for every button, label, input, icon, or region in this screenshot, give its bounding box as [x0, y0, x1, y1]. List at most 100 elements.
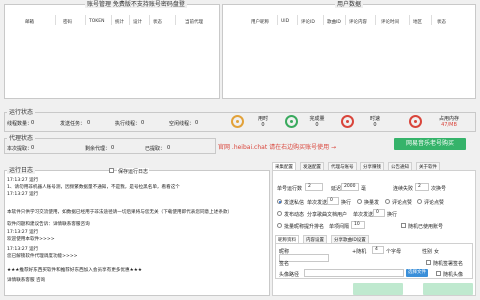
accounts-panel: 账号管理 免费版不支持账号密码盘登 邮箱 密码 TOKEN 统计 设计 状态 当…: [4, 1, 220, 99]
random-signature-checkbox[interactable]: [426, 260, 431, 265]
col-divider: [375, 15, 376, 25]
col-divider: [345, 15, 346, 25]
col-design[interactable]: 设计: [133, 19, 142, 25]
memory-icon: [409, 115, 422, 128]
remaining-proxy-value: 0: [111, 145, 115, 151]
subtab-body: 昵称 +随机 4 个字母 性别 女 签名 随机签署签名 头像路径 选择文件 随机…: [275, 243, 473, 279]
col-divider: [149, 15, 150, 25]
col-comment-content[interactable]: 评论内容: [349, 19, 367, 25]
comment-like-radio[interactable]: [385, 199, 390, 204]
run-status-panel: 运行状态 线程数量： 0 发送任务： 0 执行线程： 0 空闲线程： 0 用时 …: [4, 109, 476, 132]
random-used-label[interactable]: 随机已使用账号: [408, 223, 443, 230]
bulk-send-label[interactable]: 换量发: [364, 199, 379, 206]
col-status[interactable]: 状态: [153, 19, 162, 25]
col-divider: [277, 15, 278, 25]
continuous-fail-label: 连续失败: [393, 186, 414, 192]
log-line: 您已解锁软件代理调度功能>>>>: [7, 254, 78, 259]
exec-thread-value: 0: [141, 120, 145, 126]
col-divider: [323, 15, 324, 25]
avatar-path-input[interactable]: [304, 269, 404, 277]
col-divider: [55, 15, 56, 25]
bulk-rank-radio[interactable]: [277, 223, 282, 228]
comment-like-label[interactable]: 评论点赞: [392, 199, 412, 206]
proxy-status-panel: 代理状态 本次提取： 0 剩余代理： 0 已提取： 0: [4, 135, 216, 154]
delay-label: 延迟: [331, 186, 342, 192]
publish-feed-label[interactable]: 发布动态: [284, 211, 304, 218]
col-comment-id[interactable]: 评论ID: [301, 19, 315, 25]
extract-label: 本次提取：: [7, 146, 33, 152]
col-current-proxy[interactable]: 当前代理: [185, 19, 203, 25]
exec-thread-label: 执行线程：: [115, 121, 141, 127]
log-line: ★★★推荐好东西买软件和推荐好东西加入会员享有更多优惠★★★: [7, 268, 142, 273]
col-region[interactable]: 地区: [413, 19, 422, 25]
promo-text: 官网 .heibai.chat 请在右边购买账号使用 →: [218, 144, 337, 151]
col-email[interactable]: 邮箱: [25, 19, 34, 25]
col-divider: [85, 15, 86, 25]
comment-like2-label[interactable]: 评论点赞: [424, 199, 444, 206]
col-song-id[interactable]: 歌曲ID: [327, 19, 341, 25]
single-thread-label: 单号运行数: [277, 186, 303, 192]
speed-label: 时速: [369, 116, 380, 122]
random-prefix-input[interactable]: 4: [372, 246, 384, 254]
run-log-panel: 运行日志 保存运行日志 17:13:27 运行 1、请勿用非机器人账号测，因频繁…: [4, 167, 270, 296]
signature-label: 签名: [279, 261, 290, 267]
random-avatar-label[interactable]: 随机头像: [443, 271, 463, 278]
choose-file-button[interactable]: 选择文件: [406, 269, 428, 277]
idle-thread-value: 0: [195, 120, 199, 126]
col-divider: [175, 15, 176, 25]
col-password[interactable]: 密码: [63, 19, 72, 25]
row1-input[interactable]: 0: [327, 197, 339, 205]
bulk-rank-label[interactable]: 批量昵称提升排名: [284, 223, 324, 230]
gender-value[interactable]: 女: [434, 248, 439, 255]
extract-value: 0: [31, 145, 35, 151]
col-uid[interactable]: UID: [281, 19, 289, 24]
single-thread-input[interactable]: 2: [305, 183, 323, 191]
send-dm-radio[interactable]: [277, 199, 282, 204]
send-task-label: 发送任务：: [60, 121, 86, 127]
thread-count-value: 0: [31, 120, 35, 126]
col-divider: [111, 15, 112, 25]
random-used-checkbox[interactable]: [401, 223, 406, 228]
memory-value: 47/MB: [441, 122, 457, 128]
start-button[interactable]: [353, 283, 403, 295]
run-status-title: 运行状态: [7, 109, 36, 116]
col-token[interactable]: TOKEN: [89, 19, 104, 24]
col-state[interactable]: 状态: [437, 19, 446, 25]
continuous-fail-input[interactable]: 2: [415, 183, 429, 191]
send-dm-label[interactable]: 发送私信: [284, 199, 304, 206]
col-stats[interactable]: 统计: [115, 19, 124, 25]
log-line: 详情联系客服 咨询: [7, 278, 46, 283]
delay-input[interactable]: 2000: [341, 183, 359, 191]
random-avatar-checkbox[interactable]: [436, 271, 441, 276]
log-line: 软件问题和建议告诉：详情联系客服咨询: [7, 222, 90, 227]
speed-icon: [341, 115, 354, 128]
delay-unit: 毫: [361, 186, 367, 192]
gender-label: 性别: [422, 249, 433, 255]
comment-like2-radio[interactable]: [417, 199, 422, 204]
continuous-fail-unit: 次换号: [431, 186, 447, 192]
col-comment-time[interactable]: 评论时间: [381, 19, 399, 25]
accounts-title: 账号管理 免费版不支持账号密码盘登: [85, 1, 187, 8]
stop-button[interactable]: [423, 283, 473, 295]
random-signature-label[interactable]: 随机签署签名: [433, 260, 463, 267]
col-nickname[interactable]: 用户昵称: [251, 19, 269, 25]
log-line: 本软件只供学习交流使用，如数据已经用于非法途径请一切后果将与您无关（下载使用即代…: [7, 210, 233, 215]
bulk-send-radio[interactable]: [357, 199, 362, 204]
log-line: 17:13:27 运行: [7, 230, 39, 235]
idle-thread-label: 空闲线程：: [169, 121, 195, 127]
save-log-label[interactable]: 保存运行日志: [117, 168, 150, 175]
userdata-panel: 用户数据 用户昵称 UID 评论ID 歌曲ID 评论内容 评论时间 地区 状态: [222, 1, 476, 99]
elapsed-value: 0: [261, 122, 265, 128]
elapsed-label: 用时: [257, 116, 268, 122]
row2-input[interactable]: 0: [373, 209, 385, 217]
proxy-status-title: 代理状态: [7, 135, 36, 142]
random-prefix-unit: 个字母: [386, 249, 402, 255]
save-log-checkbox[interactable]: [109, 168, 114, 173]
buy-account-button[interactable]: 网易音乐老号购买: [394, 138, 466, 150]
publish-feed-radio[interactable]: [277, 211, 282, 216]
linebreak2-label: 换行: [387, 212, 398, 218]
remaining-proxy-label: 剩余代理：: [85, 146, 111, 152]
log-line: 1、请勿用非机器人账号测，因频繁数据量不通知，不是我，是号拉黑名单，看看这个: [7, 185, 180, 190]
interval-input[interactable]: 10: [351, 221, 365, 229]
log-line: 17:13:27 运行: [7, 247, 39, 252]
